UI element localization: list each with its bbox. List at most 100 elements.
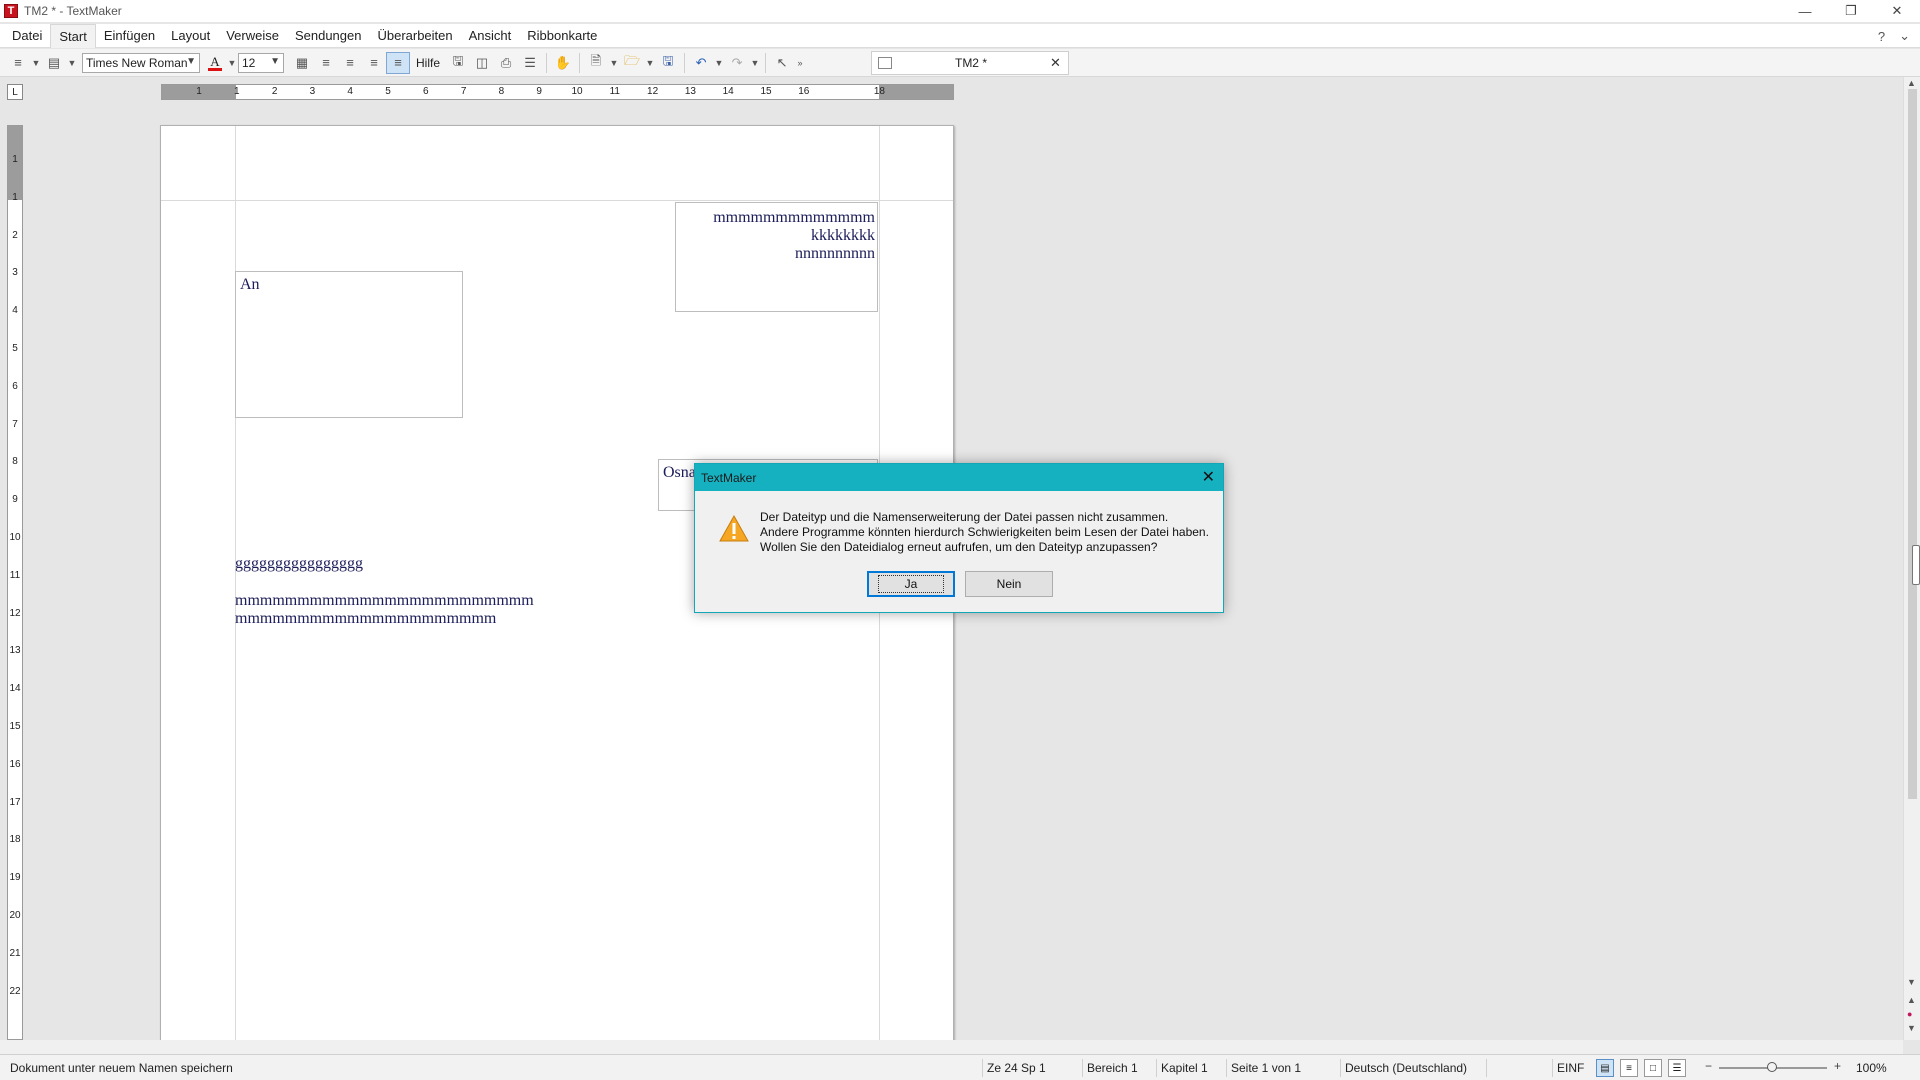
- vertical-ruler[interactable]: 1 1 2 3 4 5 6 7 8 9 10 11 12 13 14 15 16 17 18 19 20 21 22: [7, 125, 23, 1040]
- menu-ribbonkarte[interactable]: Ribbonkarte: [519, 24, 605, 48]
- redo-dropdown-icon[interactable]: ▼: [749, 52, 761, 74]
- open-folder-dropdown-icon[interactable]: ▼: [644, 52, 656, 74]
- ruler-number: 1: [234, 86, 240, 97]
- normal-view-icon[interactable]: ▤: [1596, 1059, 1614, 1077]
- horizontal-scrollbar[interactable]: [0, 1040, 1903, 1054]
- font-size-select[interactable]: 12 ▼: [238, 52, 284, 73]
- ruler-number: 16: [9, 758, 21, 770]
- status-page[interactable]: Seite 1 von 1: [1226, 1059, 1336, 1077]
- filetype-warning-dialog: TextMaker ✕ Der Dateityp und die Namense…: [694, 463, 1224, 613]
- align-right-icon[interactable]: ≡: [362, 52, 386, 74]
- outline-view-icon[interactable]: ☰: [1668, 1059, 1686, 1077]
- align-left-icon[interactable]: ≡: [314, 52, 338, 74]
- menu-start[interactable]: Start: [50, 23, 96, 48]
- toolbar-overflow-icon[interactable]: »: [794, 52, 806, 74]
- ruler-number: 8: [12, 456, 18, 468]
- chevron-down-icon: ▼: [270, 55, 280, 67]
- yes-button[interactable]: Ja: [867, 571, 955, 597]
- hilfe-button[interactable]: Hilfe: [410, 56, 446, 70]
- horizontal-ruler[interactable]: 1 1 2 3 4 5 6 7 8 9 10 11 12 13 14 15 16 18: [161, 84, 954, 100]
- redo-icon[interactable]: ↷: [725, 52, 749, 74]
- address-frame[interactable]: An: [235, 271, 463, 418]
- ruler-number: 13: [684, 86, 696, 97]
- dialog-message-line: Wollen Sie den Dateidialog erneut aufruf…: [760, 540, 1158, 554]
- print-icon[interactable]: ⎙: [494, 52, 518, 74]
- browse-object-icon[interactable]: ●: [1907, 1009, 1912, 1019]
- align-center-icon[interactable]: ≡: [338, 52, 362, 74]
- body-text-line: mmmmmmmmmmmmmmmmmmmmm: [235, 610, 497, 627]
- select-pointer-icon[interactable]: ↖: [770, 52, 794, 74]
- dialog-message: Der Dateityp und die Namenserweiterung d…: [760, 510, 1209, 555]
- ruler-number: 4: [347, 86, 353, 97]
- menu-ansicht[interactable]: Ansicht: [461, 24, 520, 48]
- menu-verweise[interactable]: Verweise: [218, 24, 287, 48]
- zoom-level[interactable]: 100%: [1856, 1059, 1887, 1077]
- dialog-message-line: Andere Programme könnten hierdurch Schwi…: [760, 525, 1209, 539]
- line-spacing-dropdown-icon[interactable]: ▼: [30, 52, 42, 74]
- scroll-down-icon[interactable]: ▼: [1907, 977, 1916, 987]
- menu-einfuegen[interactable]: Einfügen: [96, 24, 163, 48]
- undo-icon[interactable]: ↶: [689, 52, 713, 74]
- save-icon[interactable]: 🖫: [656, 52, 680, 74]
- hand-tool-icon[interactable]: ✋: [551, 52, 575, 74]
- window-controls: — ❐ ✕: [1782, 0, 1920, 22]
- save-as-icon[interactable]: 🖫: [446, 52, 470, 74]
- zoom-in-icon[interactable]: +: [1834, 1059, 1841, 1073]
- paragraph-style-icon[interactable]: ▤: [42, 52, 66, 74]
- new-document-icon[interactable]: 🗎: [584, 52, 608, 74]
- menu-layout[interactable]: Layout: [163, 24, 218, 48]
- title-bar: T TM2 * - TextMaker — ❐ ✕: [0, 0, 1920, 22]
- toolbar-menu-icon[interactable]: ☰: [518, 52, 542, 74]
- ruler-number: 21: [9, 947, 21, 959]
- paragraph-style-dropdown-icon[interactable]: ▼: [66, 52, 78, 74]
- collapse-ribbon-icon[interactable]: ⌄: [1899, 28, 1910, 44]
- ruler-number: 9: [12, 494, 18, 506]
- close-dialog-icon[interactable]: ✕: [1202, 467, 1215, 487]
- status-section[interactable]: Bereich 1: [1082, 1059, 1152, 1077]
- font-color-dropdown-icon[interactable]: ▼: [226, 52, 238, 74]
- restore-icon[interactable]: ❐: [1828, 0, 1874, 22]
- ruler-number: 18: [873, 86, 885, 97]
- status-chapter[interactable]: Kapitel 1: [1156, 1059, 1226, 1077]
- open-folder-icon[interactable]: 🗁: [620, 52, 644, 74]
- close-window-icon[interactable]: ✕: [1874, 0, 1920, 22]
- help-icon[interactable]: ?: [1878, 29, 1885, 44]
- font-color-button[interactable]: A: [204, 52, 226, 74]
- scrollbar-thumb[interactable]: [1908, 89, 1917, 799]
- next-page-icon[interactable]: ▼: [1907, 1023, 1916, 1033]
- undo-dropdown-icon[interactable]: ▼: [713, 52, 725, 74]
- status-position[interactable]: Ze 24 Sp 1: [982, 1059, 1076, 1077]
- toolbar-separator: [546, 52, 548, 73]
- line-spacing-icon[interactable]: ≡: [6, 52, 30, 74]
- align-justify-icon[interactable]: ≡: [386, 51, 410, 74]
- font-color-letter: A: [210, 53, 220, 69]
- header-right-text: mmmmmmmmmmmmm kkkkkkkk nnnnnnnnnn: [713, 209, 875, 263]
- font-size-value: 12: [242, 55, 256, 70]
- status-insert-mode[interactable]: EINF: [1552, 1059, 1588, 1077]
- menu-sendungen[interactable]: Sendungen: [287, 24, 370, 48]
- header-text-frame[interactable]: mmmmmmmmmmmmm kkkkkkkk nnnnnnnnnn: [675, 202, 878, 312]
- document-tab[interactable]: TM2 * ✕: [871, 51, 1069, 75]
- menu-ueberarbeiten[interactable]: Überarbeiten: [369, 24, 460, 48]
- font-name-select[interactable]: Times New Roman ▼: [82, 52, 200, 73]
- previous-page-icon[interactable]: ▲: [1907, 995, 1916, 1005]
- yes-button-label: Ja: [877, 575, 945, 593]
- continuous-view-icon[interactable]: ≡: [1620, 1059, 1638, 1077]
- no-button[interactable]: Nein: [965, 571, 1053, 597]
- format-painter-icon[interactable]: ▦: [290, 52, 314, 74]
- status-language[interactable]: Deutsch (Deutschland): [1340, 1059, 1486, 1077]
- page-view-icon[interactable]: □: [1644, 1059, 1662, 1077]
- zoom-slider[interactable]: − +: [1703, 1059, 1843, 1077]
- font-color-swatch: [208, 67, 222, 71]
- menu-datei[interactable]: Datei: [4, 24, 50, 48]
- window-splitter-handle[interactable]: [1912, 545, 1920, 585]
- zoom-out-icon[interactable]: −: [1705, 1059, 1712, 1073]
- scroll-up-icon[interactable]: ▲: [1907, 78, 1916, 88]
- close-tab-icon[interactable]: ✕: [1050, 55, 1068, 71]
- minimize-icon[interactable]: —: [1782, 0, 1828, 22]
- tab-stop-selector[interactable]: L: [7, 84, 23, 100]
- print-preview-icon[interactable]: ◫: [470, 52, 494, 74]
- new-document-dropdown-icon[interactable]: ▼: [608, 52, 620, 74]
- textmaker-app-icon[interactable]: T: [4, 4, 18, 18]
- zoom-knob[interactable]: [1767, 1062, 1777, 1072]
